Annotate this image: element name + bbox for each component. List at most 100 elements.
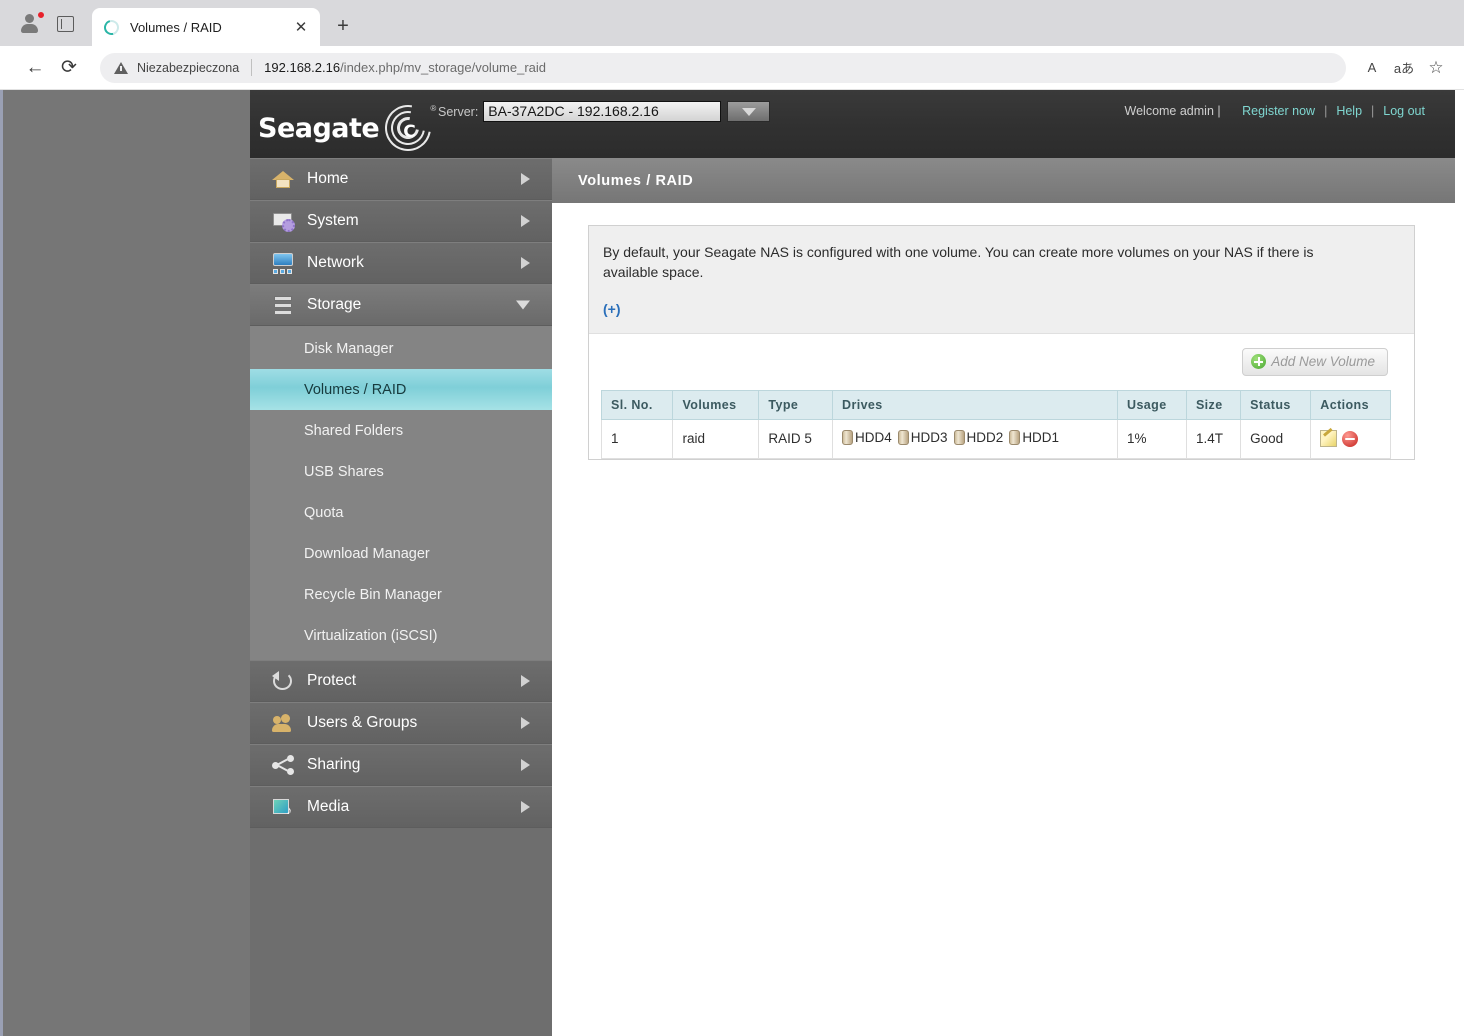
sidebar-item-media[interactable]: ♪ Media [250, 786, 552, 828]
plus-icon [1251, 354, 1267, 370]
column-status: Status [1240, 389, 1312, 420]
sidebar-label-disk-manager: Disk Manager [304, 340, 394, 357]
url-path: /index.php/mv_storage/volume_raid [340, 60, 547, 75]
sidebar-item-quota[interactable]: Quota [250, 492, 552, 533]
avatar [20, 11, 45, 35]
edit-icon[interactable] [1320, 430, 1338, 448]
back-button[interactable]: ← [18, 51, 52, 85]
chevron-right-icon [521, 675, 530, 687]
avatar-body-icon [21, 24, 38, 33]
not-secure-warning-icon [114, 61, 128, 74]
sidebar-label-media: Media [307, 798, 350, 815]
translate-icon[interactable]: aあ [1388, 52, 1420, 84]
chevron-down-icon [516, 300, 530, 310]
chevron-right-icon [521, 801, 530, 813]
sidebar-item-storage[interactable]: Storage [250, 284, 552, 326]
system-gear-icon [272, 210, 295, 232]
chevron-right-icon [521, 717, 530, 729]
sidebar-item-system[interactable]: System [250, 200, 552, 242]
nav-separator-2: | [1371, 104, 1375, 118]
sidebar-item-virtualization-iscsi[interactable]: Virtualization (iSCSI) [250, 615, 552, 656]
sidebar-label-home: Home [307, 170, 349, 187]
address-bar[interactable]: Niezabezpieczona 192.168.2.16/index.php/… [100, 52, 1346, 83]
registered-mark: ® [430, 104, 437, 113]
drive-chip: HDD2 [953, 429, 1004, 445]
tab-title: Volumes / RAID [130, 19, 222, 35]
sidebar-item-users-groups[interactable]: Users & Groups [250, 702, 552, 744]
chevron-right-icon [521, 215, 530, 227]
sidebar-label-network: Network [307, 254, 364, 271]
cell-size: 1.4T [1185, 418, 1242, 459]
omnibox-divider [251, 59, 253, 76]
profile-button[interactable] [14, 7, 48, 41]
browser-tab[interactable]: Volumes / RAID ✕ [92, 8, 320, 46]
server-select-input[interactable]: BA-37A2DC - 192.168.2.16 [483, 101, 722, 122]
sidebar-item-disk-manager[interactable]: Disk Manager [250, 328, 552, 369]
sidebar-item-sharing[interactable]: Sharing [250, 744, 552, 786]
column-usage: Usage [1117, 389, 1187, 420]
close-tab-icon[interactable]: ✕ [290, 16, 312, 38]
security-status-text: Niezabezpieczona [137, 60, 240, 75]
sidebar-item-usb-shares[interactable]: USB Shares [250, 451, 552, 492]
page-viewport: Seagate C ® Server: BA-37A2DC - 192.168.… [0, 90, 1464, 1036]
sidebar-label-volumes-raid: Volumes / RAID [304, 381, 407, 398]
protect-icon [272, 670, 294, 692]
sharing-icon [272, 754, 294, 776]
server-label: Server: [438, 104, 479, 119]
drive-label: HDD3 [910, 429, 948, 445]
media-icon: ♪ [272, 796, 294, 818]
chevron-right-icon [521, 173, 530, 185]
notice-panel: By default, your Seagate NAS is configur… [589, 226, 1414, 334]
brand-mark-letter: C [403, 122, 416, 142]
logout-link[interactable]: Log out [1383, 104, 1425, 118]
hard-disk-icon [897, 429, 909, 445]
server-dropdown-button[interactable] [727, 101, 771, 122]
sidebar-item-shared-folders[interactable]: Shared Folders [250, 410, 552, 451]
drive-label: HDD2 [966, 429, 1004, 445]
register-now-link[interactable]: Register now [1242, 104, 1315, 118]
sidebar-label-users-groups: Users & Groups [307, 714, 418, 731]
browser-toolbar: ← ⟳ Niezabezpieczona 192.168.2.16/index.… [0, 46, 1464, 90]
tab-actions-icon [56, 16, 74, 32]
cell-sl-no: 1 [600, 418, 674, 459]
app-header: Seagate C ® Server: BA-37A2DC - 192.168.… [250, 90, 1455, 161]
page-title: Volumes / RAID [578, 172, 694, 189]
drive-label: HDD4 [855, 429, 892, 445]
tab-strip: Volumes / RAID ✕ + [0, 0, 1464, 46]
sidebar-label-download-manager: Download Manager [304, 545, 430, 562]
column-size: Size [1185, 389, 1242, 420]
notification-dot-icon [37, 11, 45, 19]
home-icon [272, 168, 294, 190]
read-aloud-icon[interactable]: A [1356, 52, 1388, 84]
sidebar-item-home[interactable]: Home [250, 158, 552, 200]
expand-toggle-link[interactable]: (+) [603, 301, 621, 317]
sidebar-item-recycle-bin-manager[interactable]: Recycle Bin Manager [250, 574, 552, 615]
drive-chip: HDD4 [842, 429, 892, 445]
add-new-volume-label: Add New Volume [1271, 354, 1375, 370]
cell-drives: HDD4 HDD3 HDD2 HDD1 [832, 418, 1119, 459]
favorite-star-icon[interactable]: ☆ [1420, 52, 1452, 84]
reload-button[interactable]: ⟳ [52, 51, 86, 85]
help-link[interactable]: Help [1336, 104, 1362, 118]
delete-icon[interactable] [1342, 430, 1359, 447]
sidebar-item-download-manager[interactable]: Download Manager [250, 533, 552, 574]
cell-usage: 1% [1117, 418, 1187, 459]
add-new-volume-button[interactable]: Add New Volume [1242, 347, 1388, 376]
drive-label: HDD1 [1022, 429, 1060, 445]
sidebar-label-virtualization: Virtualization (iSCSI) [304, 627, 438, 644]
sidebar-item-volumes-raid[interactable]: Volumes / RAID [250, 369, 552, 410]
new-tab-button[interactable]: + [328, 11, 358, 41]
browser-chrome: Volumes / RAID ✕ + ← ⟳ Niezabezpieczona … [0, 0, 1464, 90]
nav-separator-1: | [1324, 104, 1328, 118]
table-header-row: Sl. No. Volumes Type Drives Usage Size S… [600, 389, 1391, 420]
hard-disk-icon [953, 429, 965, 445]
users-icon [272, 712, 294, 734]
sidebar-label-quota: Quota [304, 504, 344, 521]
cell-volume: raid [672, 418, 760, 459]
chevron-right-icon [521, 257, 530, 269]
sidebar-item-protect[interactable]: Protect [250, 660, 552, 702]
sidebar-item-network[interactable]: Network [250, 242, 552, 284]
storage-submenu: Disk Manager Volumes / RAID Shared Folde… [250, 326, 552, 660]
column-type: Type [758, 389, 834, 420]
tab-actions-button[interactable] [48, 7, 82, 41]
